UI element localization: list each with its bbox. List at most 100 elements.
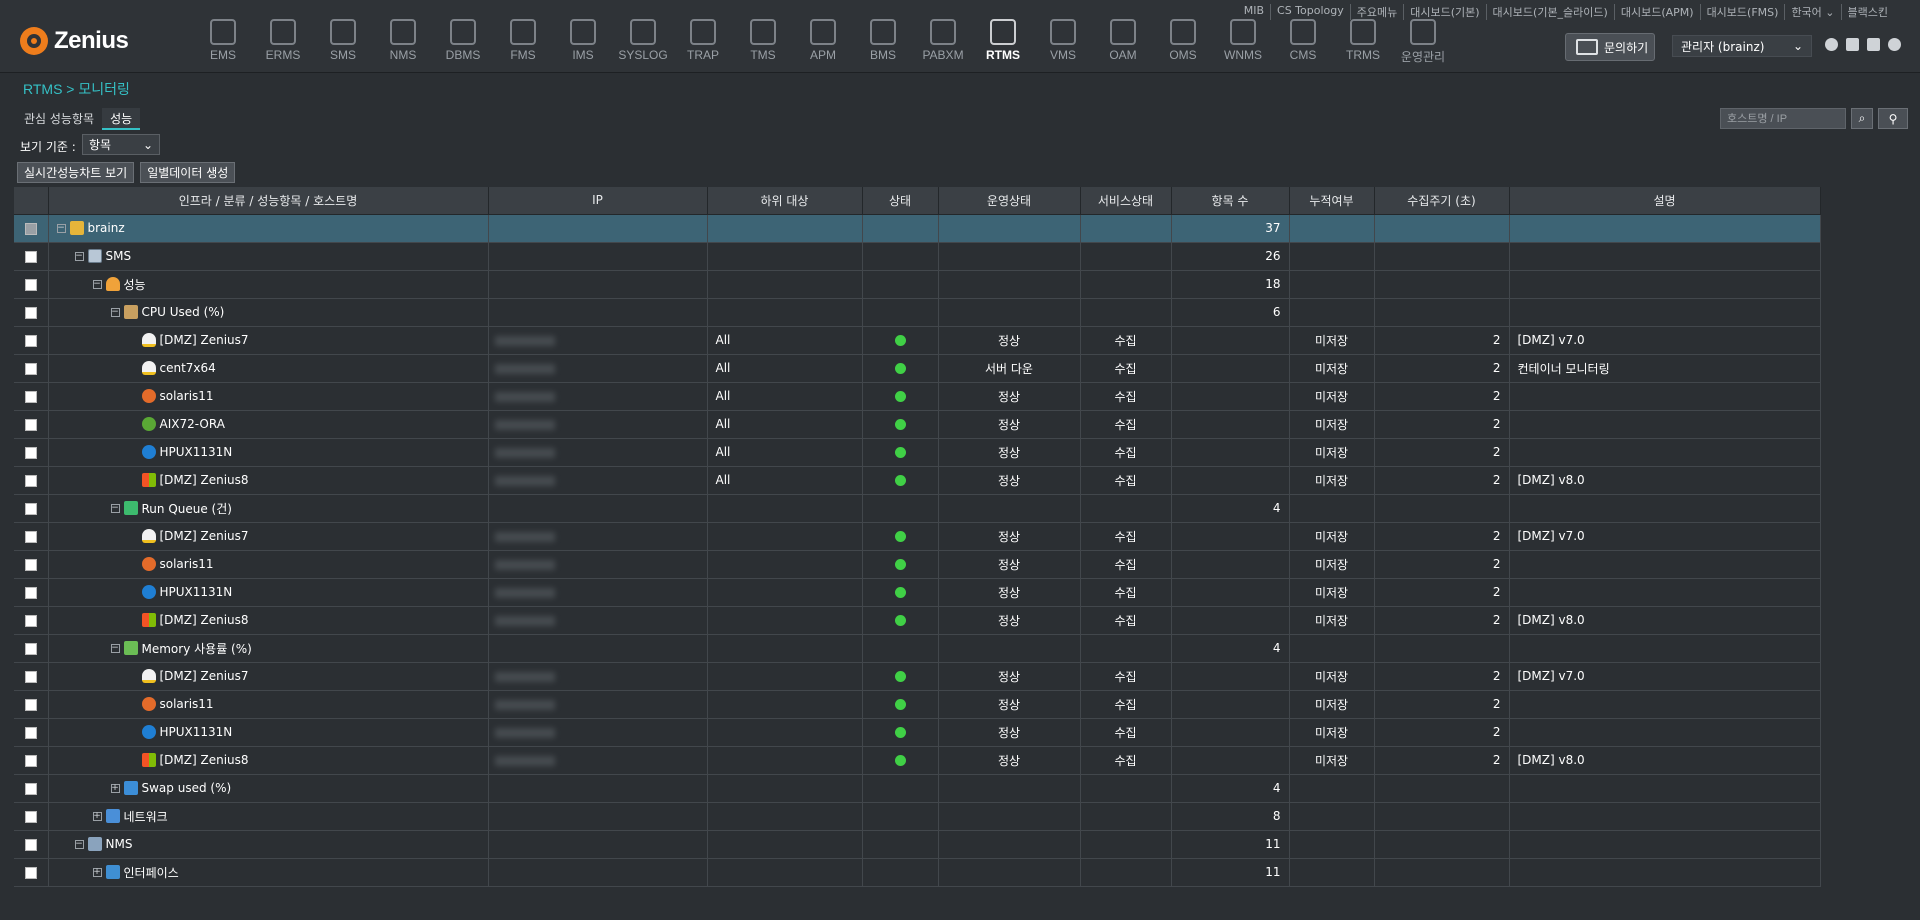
column-header[interactable]: 상태 bbox=[862, 187, 939, 215]
row-checkbox[interactable] bbox=[24, 810, 37, 823]
column-header[interactable]: 운영상태 bbox=[938, 187, 1081, 215]
row-checkbox[interactable] bbox=[24, 698, 37, 711]
column-header[interactable]: 하위 대상 bbox=[707, 187, 863, 215]
column-header[interactable]: 수집주기 (초) bbox=[1374, 187, 1510, 215]
user-select[interactable]: 관리자 (brainz) ⌄ bbox=[1672, 35, 1812, 57]
bell-icon[interactable] bbox=[1888, 38, 1901, 51]
table-row[interactable]: HPUX1131N 정상 수집 미저장 2 bbox=[14, 578, 1821, 607]
collapse-icon[interactable]: − bbox=[110, 307, 120, 317]
search-button[interactable]: ⌕ bbox=[1851, 108, 1873, 129]
row-checkbox[interactable] bbox=[24, 670, 37, 683]
top-link[interactable]: 대시보드(FMS) bbox=[1701, 4, 1786, 20]
top-link[interactable]: 대시보드(APM) bbox=[1615, 4, 1701, 20]
column-header[interactable]: IP bbox=[488, 187, 708, 215]
table-row[interactable]: [DMZ] Zenius8 정상 수집 미저장 2 [DMZ] v8.0 bbox=[14, 746, 1821, 775]
nav-item-bms[interactable]: BMS bbox=[853, 19, 913, 67]
nav-item-erms[interactable]: ERMS bbox=[253, 19, 313, 67]
column-header[interactable]: 누적여부 bbox=[1289, 187, 1375, 215]
row-checkbox[interactable] bbox=[24, 222, 37, 235]
nav-item-rtms[interactable]: RTMS bbox=[973, 19, 1033, 67]
table-row[interactable]: solaris11 정상 수집 미저장 2 bbox=[14, 690, 1821, 719]
top-link[interactable]: 대시보드(기본_슬라이드) bbox=[1487, 4, 1615, 20]
collapse-icon[interactable]: − bbox=[110, 643, 120, 653]
nav-item-oam[interactable]: OAM bbox=[1093, 19, 1153, 67]
table-row[interactable]: − Run Queue (건) 4 bbox=[14, 494, 1821, 523]
row-checkbox[interactable] bbox=[24, 558, 37, 571]
collapse-icon[interactable]: − bbox=[92, 279, 102, 289]
row-checkbox[interactable] bbox=[24, 250, 37, 263]
table-row[interactable]: solaris11 All 정상 수집 미저장 2 bbox=[14, 382, 1821, 411]
table-row[interactable]: [DMZ] Zenius8 All 정상 수집 미저장 2 [DMZ] v8.0 bbox=[14, 466, 1821, 495]
row-checkbox[interactable] bbox=[24, 838, 37, 851]
nav-item-ims[interactable]: IMS bbox=[553, 19, 613, 67]
column-header[interactable]: 설명 bbox=[1509, 187, 1821, 215]
nav-item-apm[interactable]: APM bbox=[793, 19, 853, 67]
nav-item-sms[interactable]: SMS bbox=[313, 19, 373, 67]
expand-icon[interactable]: + bbox=[92, 811, 102, 821]
table-row[interactable]: − NMS 11 bbox=[14, 830, 1821, 859]
table-row[interactable]: [DMZ] Zenius7 정상 수집 미저장 2 [DMZ] v7.0 bbox=[14, 522, 1821, 551]
tab-0[interactable]: 관심 성능항목 bbox=[16, 108, 102, 130]
row-checkbox[interactable] bbox=[24, 278, 37, 291]
collapse-icon[interactable]: − bbox=[74, 839, 84, 849]
row-checkbox[interactable] bbox=[24, 754, 37, 767]
table-row[interactable]: [DMZ] Zenius8 정상 수집 미저장 2 [DMZ] v8.0 bbox=[14, 606, 1821, 635]
nav-item-trms[interactable]: TRMS bbox=[1333, 19, 1393, 67]
row-checkbox[interactable] bbox=[24, 614, 37, 627]
top-link[interactable]: MIB bbox=[1238, 4, 1272, 20]
help-icon[interactable] bbox=[1867, 38, 1880, 51]
nav-item-vms[interactable]: VMS bbox=[1033, 19, 1093, 67]
row-checkbox[interactable] bbox=[24, 390, 37, 403]
nav-item-syslog[interactable]: SYSLOG bbox=[613, 19, 673, 67]
table-row[interactable]: HPUX1131N All 정상 수집 미저장 2 bbox=[14, 438, 1821, 467]
row-checkbox[interactable] bbox=[24, 866, 37, 879]
column-header[interactable]: 인프라 / 분류 / 성능항목 / 호스트명 bbox=[48, 187, 489, 215]
nav-item-cms[interactable]: CMS bbox=[1273, 19, 1333, 67]
column-header[interactable]: 서비스상태 bbox=[1080, 187, 1172, 215]
column-header[interactable]: 항목 수 bbox=[1171, 187, 1290, 215]
lock-icon[interactable] bbox=[1846, 38, 1859, 51]
nav-item-dbms[interactable]: DBMS bbox=[433, 19, 493, 67]
table-row[interactable]: cent7x64 All 서버 다운 수집 미저장 2 컨테이너 모니터링 bbox=[14, 354, 1821, 383]
table-row[interactable]: − SMS 26 bbox=[14, 242, 1821, 271]
expand-icon[interactable]: + bbox=[92, 867, 102, 877]
table-row[interactable]: + 인터페이스 11 bbox=[14, 858, 1821, 887]
table-row[interactable]: + 네트워크 8 bbox=[14, 802, 1821, 831]
daily-data-button[interactable]: 일별데이터 생성 bbox=[140, 162, 236, 183]
tab-1[interactable]: 성능 bbox=[102, 108, 141, 130]
row-checkbox[interactable] bbox=[24, 530, 37, 543]
table-row[interactable]: solaris11 정상 수집 미저장 2 bbox=[14, 550, 1821, 579]
advanced-search-button[interactable]: ⚲ bbox=[1878, 108, 1908, 129]
nav-item-fms[interactable]: FMS bbox=[493, 19, 553, 67]
expand-icon[interactable]: + bbox=[110, 783, 120, 793]
nav-item-wnms[interactable]: WNMS bbox=[1213, 19, 1273, 67]
collapse-icon[interactable]: − bbox=[56, 223, 66, 233]
table-row[interactable]: − Memory 사용률 (%) 4 bbox=[14, 634, 1821, 663]
row-checkbox[interactable] bbox=[24, 502, 37, 515]
table-row[interactable]: HPUX1131N 정상 수집 미저장 2 bbox=[14, 718, 1821, 747]
row-checkbox[interactable] bbox=[24, 642, 37, 655]
nav-item-tms[interactable]: TMS bbox=[733, 19, 793, 67]
top-link[interactable]: 블랙스킨 bbox=[1842, 4, 1894, 20]
row-checkbox[interactable] bbox=[24, 726, 37, 739]
row-checkbox[interactable] bbox=[24, 418, 37, 431]
view-select[interactable]: 항목 ⌄ bbox=[82, 134, 160, 155]
nav-item-운영관리[interactable]: 운영관리 bbox=[1393, 19, 1453, 67]
row-checkbox[interactable] bbox=[24, 446, 37, 459]
table-row[interactable]: + Swap used (%) 4 bbox=[14, 774, 1821, 803]
collapse-icon[interactable]: − bbox=[74, 251, 84, 261]
nav-item-nms[interactable]: NMS bbox=[373, 19, 433, 67]
top-link[interactable]: 주요메뉴 bbox=[1351, 4, 1405, 20]
row-checkbox[interactable] bbox=[24, 586, 37, 599]
row-checkbox[interactable] bbox=[24, 334, 37, 347]
top-link[interactable]: 대시보드(기본) bbox=[1404, 4, 1487, 20]
collapse-icon[interactable]: − bbox=[110, 503, 120, 513]
top-link[interactable]: 한국어 ⌄ bbox=[1785, 4, 1842, 20]
user-icon[interactable] bbox=[1825, 38, 1838, 51]
realtime-chart-button[interactable]: 실시간성능차트 보기 bbox=[17, 162, 135, 183]
nav-item-trap[interactable]: TRAP bbox=[673, 19, 733, 67]
table-row[interactable]: AIX72-ORA All 정상 수집 미저장 2 bbox=[14, 410, 1821, 439]
nav-item-pabxm[interactable]: PABXM bbox=[913, 19, 973, 67]
zenius-logo[interactable]: Zenius bbox=[20, 24, 129, 58]
table-row[interactable]: − brainz 37 bbox=[14, 214, 1821, 243]
